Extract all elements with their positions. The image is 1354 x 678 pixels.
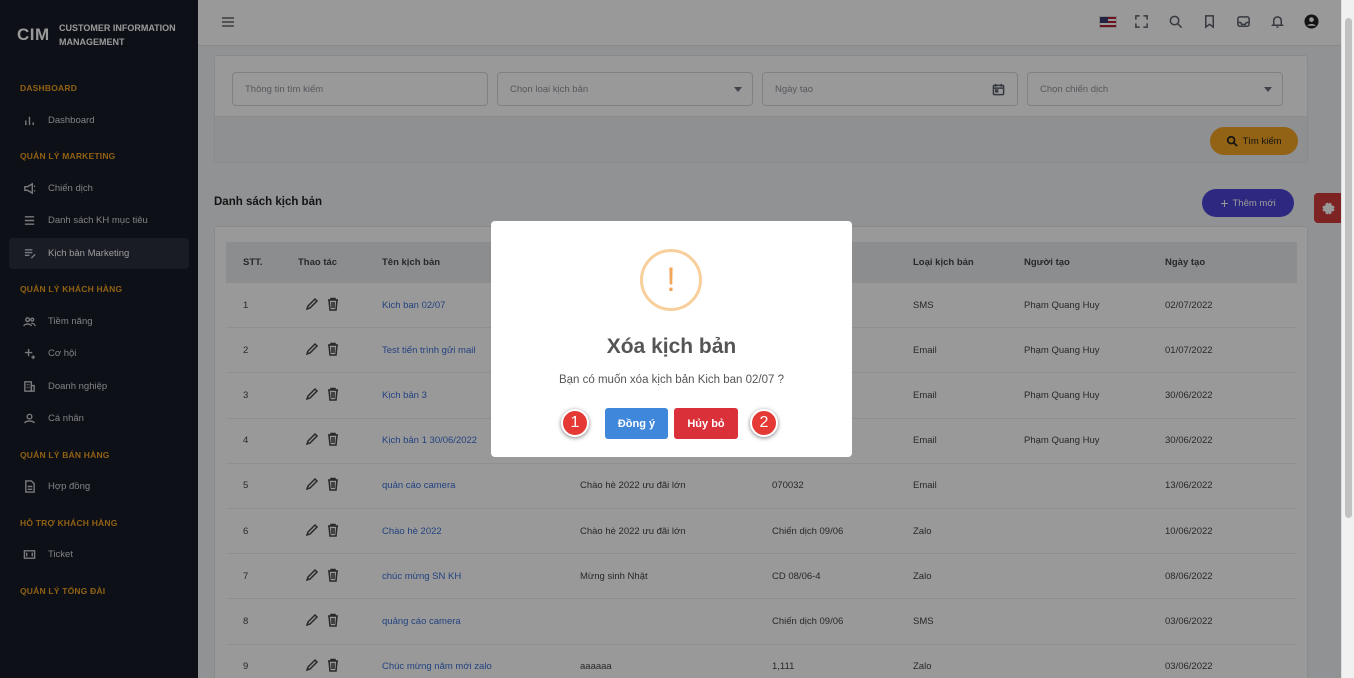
confirm-button[interactable]: Đồng ý — [605, 408, 668, 439]
warning-icon: ! — [640, 249, 702, 311]
delete-confirm-dialog: ! Xóa kịch bản Bạn có muốn xóa kịch bản … — [491, 221, 852, 457]
step-marker-2: 2 — [750, 409, 778, 437]
dialog-message: Bạn có muốn xóa kịch bản Kich ban 02/07 … — [558, 374, 785, 386]
page-scrollbar[interactable] — [1341, 0, 1354, 678]
dialog-buttons: Đồng ý Hủy bỏ — [491, 408, 852, 439]
dialog-title: Xóa kịch bản — [606, 335, 737, 358]
step-marker-1: 1 — [561, 409, 589, 437]
cancel-button[interactable]: Hủy bỏ — [674, 408, 738, 439]
scrollbar-thumb[interactable] — [1345, 18, 1352, 518]
